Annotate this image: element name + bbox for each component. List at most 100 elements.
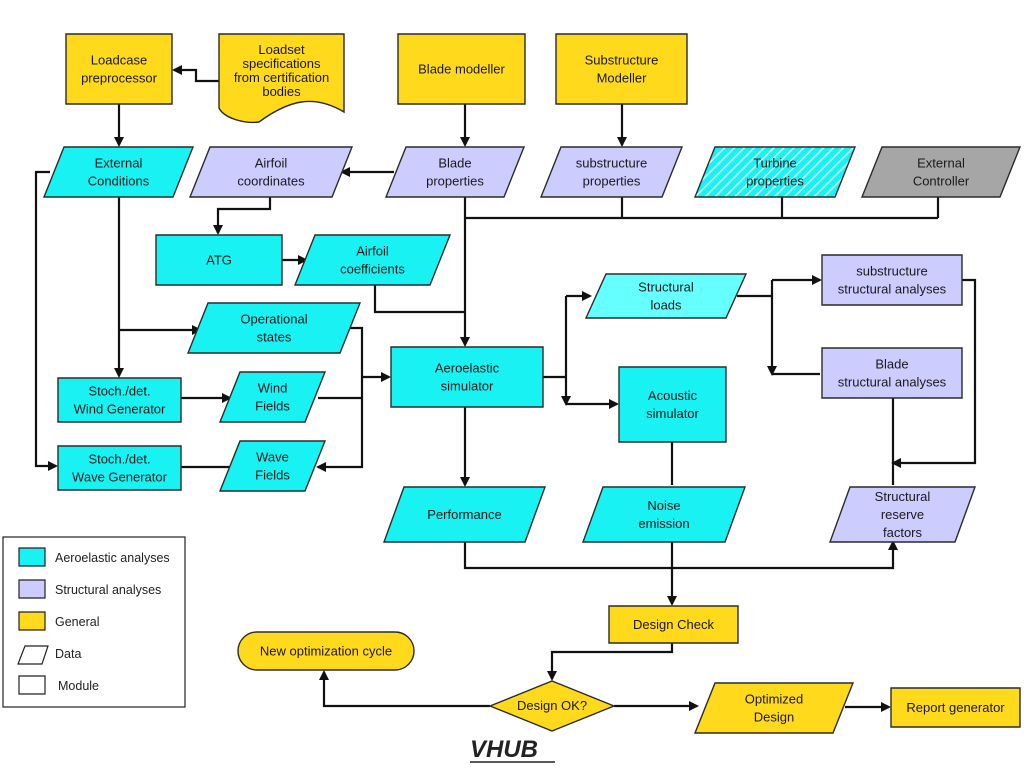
legend-label: General <box>55 615 99 629</box>
connector-arrow <box>34 170 58 471</box>
data-shape <box>384 146 526 198</box>
connector-arrow <box>172 65 219 83</box>
design-ok-node: Design OK? <box>488 680 616 732</box>
legend-item: Aeroelastic analyses <box>18 547 170 567</box>
legend-item: Module <box>18 675 99 695</box>
node-label: ATG <box>206 253 232 268</box>
legend-swatch <box>18 611 46 631</box>
node-label: Design Check <box>633 617 714 632</box>
node-label: Report generator <box>906 700 1005 715</box>
connector-arrow <box>319 670 490 708</box>
data-shape <box>860 146 1022 198</box>
node-label: Noise <box>647 498 680 513</box>
node-label: loads <box>650 298 682 313</box>
node-label: External <box>95 156 143 171</box>
node-label: Blade <box>875 357 908 372</box>
node-label: Operational <box>240 312 307 327</box>
node-label: External <box>917 156 965 171</box>
acoustic-simulator-node: Acoustic simulator <box>618 366 727 443</box>
connector-arrow <box>547 643 674 681</box>
module-shape <box>390 346 544 408</box>
airfoil-coefficients-node: Airfoil coefficients <box>293 234 452 286</box>
node-label: Stoch./det. <box>88 452 150 467</box>
design-check-node: Design Check <box>608 605 739 644</box>
node-label: Design OK? <box>517 698 587 713</box>
data-shape <box>218 371 327 423</box>
data-shape <box>186 302 362 354</box>
optimized-design-node: Optimized Design <box>693 682 855 734</box>
blade-structural-node: Blade structural analyses <box>821 347 963 399</box>
node-label: New optimization cycle <box>260 644 392 659</box>
node-label: Stoch./det. <box>88 384 150 399</box>
legend-swatch <box>18 675 46 695</box>
data-shape <box>293 234 452 286</box>
node-label: Wind <box>258 381 288 396</box>
turbine-properties-node: Turbine properties <box>693 146 857 198</box>
node-label: structural analyses <box>838 375 947 390</box>
node-label: Airfoil <box>356 244 389 259</box>
node-label: Fields <box>255 468 290 483</box>
node-label: Performance <box>427 507 501 522</box>
airfoil-coordinates-node: Airfoil coordinates <box>188 146 354 198</box>
legend-swatch <box>18 579 46 599</box>
node-label: simulator <box>646 406 699 421</box>
data-shape <box>693 146 857 198</box>
legend: Aeroelastic analyses Structural analyses G… <box>2 536 186 708</box>
workflow-diagram: Loadcase preprocessor Loadsetspecification… <box>2 33 1022 763</box>
node-label: Wind Generator <box>74 402 166 417</box>
node-label: Fields <box>255 399 290 414</box>
legend-swatch <box>18 547 46 567</box>
node-label: structural analyses <box>838 282 947 297</box>
report-generator-node: Report generator <box>890 687 1021 728</box>
connector-arrow <box>373 285 465 314</box>
node-label: coefficients <box>340 262 405 277</box>
substructure-structural-node: substructure structural analyses <box>821 254 963 306</box>
wind-fields-node: Wind Fields <box>218 371 327 423</box>
node-label: Conditions <box>88 174 150 189</box>
node-label: emission <box>638 516 689 531</box>
noise-emission-node: Noise emission <box>582 486 746 543</box>
data-shape <box>188 146 354 198</box>
loadcase-node: Loadcase preprocessor <box>65 33 173 105</box>
node-label: Structural <box>638 280 694 295</box>
node-label: Acoustic <box>648 388 698 403</box>
atg-node: ATG <box>155 234 283 286</box>
legend-item: General <box>18 611 99 631</box>
node-label: properties <box>746 174 804 189</box>
node-label: Substructure <box>585 53 659 68</box>
node-label: bodies <box>262 84 301 99</box>
connector-arrow <box>213 197 272 235</box>
node-label: Wave Generator <box>72 470 168 485</box>
node-label: factors <box>883 525 923 540</box>
blade-properties-node: Blade properties <box>384 146 526 198</box>
node-label: from certification <box>234 70 329 85</box>
nodes: Loadcase preprocessor Loadsetspecification… <box>42 33 1022 734</box>
module-shape <box>821 254 963 306</box>
module-shape <box>618 366 727 443</box>
logo-text: VHUB <box>470 736 538 763</box>
node-label: coordinates <box>237 174 305 189</box>
data-shape <box>582 486 746 543</box>
loadset-node: Loadsetspecificationsfrom certificationb… <box>218 33 345 124</box>
node-label: reserve <box>881 507 924 522</box>
wave-fields-node: Wave Fields <box>218 440 327 492</box>
node-label: preprocessor <box>81 71 158 86</box>
node-label: Blade modeller <box>418 62 505 77</box>
external-conditions-node: External Conditions <box>42 146 195 198</box>
legend-label: Data <box>55 647 81 661</box>
node-label: simulator <box>441 379 494 394</box>
legend-item: Structural analyses <box>18 579 161 599</box>
reserve-factors-node: Structural reserve factors <box>829 486 976 543</box>
structural-loads-node: Structural loads <box>584 273 748 319</box>
legend-label: Aeroelastic analyses <box>55 551 170 565</box>
node-label: Aeroelastic <box>435 361 500 376</box>
substructure-modeller-node: Substructure Modeller <box>555 33 688 105</box>
aeroelastic-simulator-node: Aeroelastic simulator <box>390 346 544 408</box>
node-label: states <box>257 330 292 345</box>
node-label: specifications <box>242 56 321 71</box>
node-label: Blade <box>438 156 471 171</box>
node-label: Controller <box>913 174 970 189</box>
vhub-logo: VHUB <box>470 736 555 763</box>
node-label: properties <box>426 174 484 189</box>
substructure-properties-node: substructure properties <box>539 146 684 198</box>
